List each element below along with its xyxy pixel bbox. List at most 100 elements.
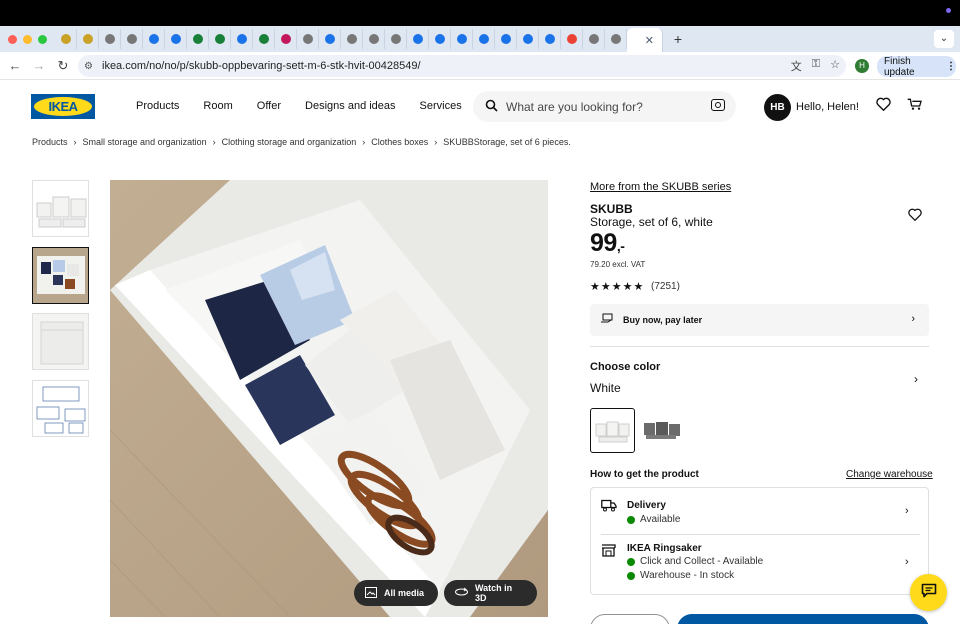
close-window-button[interactable] bbox=[8, 34, 17, 44]
browser-tab[interactable] bbox=[429, 29, 451, 49]
breadcrumb-clothing-storage[interactable]: Clothing storage and organization bbox=[222, 137, 357, 147]
user-avatar[interactable]: HB bbox=[764, 94, 791, 121]
browser-tab[interactable] bbox=[539, 29, 561, 49]
browser-tab[interactable] bbox=[385, 29, 407, 49]
reload-button[interactable]: ↻ bbox=[51, 58, 75, 74]
active-tab[interactable]: ✕ bbox=[627, 28, 663, 52]
thumbnail-dimensions-drawing[interactable] bbox=[32, 380, 89, 437]
tab-search-button[interactable]: ⌄ bbox=[934, 30, 954, 48]
browser-tab[interactable] bbox=[99, 29, 121, 49]
browser-tab[interactable] bbox=[275, 29, 297, 49]
review-count[interactable]: (7251) bbox=[651, 281, 680, 292]
browser-tab[interactable] bbox=[77, 29, 99, 49]
breadcrumb-clothes-boxes[interactable]: Clothes boxes bbox=[371, 137, 428, 147]
nav-room[interactable]: Room bbox=[203, 100, 232, 112]
breadcrumb-small-storage[interactable]: Small storage and organization bbox=[83, 137, 207, 147]
ikea-logo[interactable]: IKEA bbox=[31, 94, 95, 119]
color-swatch-white[interactable] bbox=[590, 408, 635, 453]
chat-button[interactable] bbox=[910, 574, 947, 611]
product-main-image[interactable] bbox=[110, 180, 548, 617]
color-swatch-dark-grey[interactable] bbox=[640, 408, 685, 453]
browser-tab[interactable] bbox=[473, 29, 495, 49]
nav-products[interactable]: Products bbox=[136, 100, 179, 112]
store-chevron-right-icon[interactable]: › bbox=[905, 556, 909, 568]
browser-tab[interactable] bbox=[517, 29, 539, 49]
logo-text: IKEA bbox=[48, 99, 78, 114]
browser-tab[interactable] bbox=[55, 29, 77, 49]
forward-button[interactable]: → bbox=[27, 58, 51, 73]
store-title[interactable]: IKEA Ringsaker bbox=[627, 543, 702, 554]
price-excl-vat: 79.20 excl. VAT bbox=[590, 260, 646, 269]
delivery-chevron-right-icon[interactable]: › bbox=[905, 505, 909, 517]
new-tab-button[interactable]: + bbox=[669, 31, 687, 47]
browser-tabbar: ✕ + ⌄ bbox=[0, 26, 960, 52]
kebab-menu-icon: ⋮ bbox=[946, 61, 956, 72]
browser-tab[interactable] bbox=[187, 29, 209, 49]
chevron-right-icon[interactable]: › bbox=[914, 372, 918, 386]
all-media-label: All media bbox=[384, 588, 425, 598]
nav-designs-and-ideas[interactable]: Designs and ideas bbox=[305, 100, 396, 112]
browser-tab[interactable] bbox=[143, 29, 165, 49]
buy-now-pay-later-button[interactable]: Buy now, pay later › bbox=[590, 304, 929, 336]
back-button[interactable]: ← bbox=[3, 58, 27, 73]
browser-tab[interactable] bbox=[253, 29, 275, 49]
browser-tab[interactable] bbox=[341, 29, 363, 49]
star-icon bbox=[60, 34, 71, 44]
add-to-bag-button[interactable] bbox=[677, 614, 929, 624]
bookmark-star-icon[interactable]: ☆ bbox=[830, 58, 840, 74]
thumbnail-drawer-photo[interactable] bbox=[32, 247, 89, 304]
browser-tab[interactable] bbox=[209, 29, 231, 49]
browser-tab[interactable] bbox=[231, 29, 253, 49]
omnibox[interactable]: ⚙ ikea.com/no/no/p/skubb-oppbevaring-set… bbox=[78, 55, 846, 77]
browser-tab[interactable] bbox=[363, 29, 385, 49]
series-link[interactable]: More from the SKUBB series bbox=[590, 181, 731, 193]
browser-tab[interactable] bbox=[165, 29, 187, 49]
target-icon bbox=[280, 34, 291, 44]
secondary-action-button[interactable] bbox=[590, 614, 670, 624]
gallery-icon bbox=[365, 586, 377, 600]
browser-tab[interactable] bbox=[297, 29, 319, 49]
finish-update-button[interactable]: Finish update ⋮ bbox=[877, 56, 956, 78]
camera-icon[interactable] bbox=[711, 99, 725, 111]
user-greeting[interactable]: Hello, Helen! bbox=[796, 101, 859, 113]
browser-tab[interactable] bbox=[495, 29, 517, 49]
change-warehouse-link[interactable]: Change warehouse bbox=[846, 469, 933, 480]
browser-tab[interactable] bbox=[121, 29, 143, 49]
nav-offer[interactable]: Offer bbox=[257, 100, 281, 112]
browser-tab[interactable] bbox=[451, 29, 473, 49]
chrome-icon bbox=[104, 34, 115, 44]
product-price: 99,- bbox=[590, 229, 625, 258]
site-settings-icon[interactable]: ⚙ bbox=[84, 61, 100, 72]
product-name: SKUBB bbox=[590, 202, 633, 216]
tab-strip: ✕ bbox=[55, 26, 663, 52]
shopping-cart-icon[interactable] bbox=[907, 97, 923, 116]
browser-tab[interactable] bbox=[561, 29, 583, 49]
truck-icon bbox=[601, 499, 617, 517]
selected-color[interactable]: White bbox=[590, 381, 621, 395]
t-icon bbox=[456, 34, 467, 44]
store-status-collect: Click and Collect - Available bbox=[627, 556, 763, 567]
close-tab-icon[interactable]: ✕ bbox=[645, 34, 654, 47]
all-media-button[interactable]: All media bbox=[354, 580, 438, 606]
translate-icon[interactable]: 文 bbox=[791, 58, 802, 74]
watch-in-3d-button[interactable]: Watch in 3D bbox=[444, 580, 537, 606]
browser-tab[interactable] bbox=[319, 29, 341, 49]
browser-tab[interactable] bbox=[583, 29, 605, 49]
main-nav: Products Room Offer Designs and ideas Se… bbox=[136, 100, 486, 112]
nav-services[interactable]: Services bbox=[420, 100, 462, 112]
search-bar[interactable]: What are you looking for? bbox=[473, 91, 736, 122]
browser-tab[interactable] bbox=[605, 29, 627, 49]
minimize-window-button[interactable] bbox=[23, 34, 32, 44]
password-key-icon[interactable]: ⚿ bbox=[812, 58, 820, 74]
delivery-title[interactable]: Delivery bbox=[627, 500, 666, 511]
add-to-favourites-heart-icon[interactable] bbox=[908, 208, 922, 226]
breadcrumb-products[interactable]: Products bbox=[32, 137, 68, 147]
thumbnail-product-boxes[interactable] bbox=[32, 180, 89, 237]
browser-tab[interactable] bbox=[407, 29, 429, 49]
maximize-window-button[interactable] bbox=[38, 34, 47, 44]
browser-profile-avatar[interactable]: H bbox=[855, 59, 869, 73]
favourites-heart-icon[interactable] bbox=[876, 97, 891, 116]
thumbnail-box-closeup[interactable] bbox=[32, 313, 89, 370]
rating-stars[interactable]: ★★★★★ bbox=[590, 280, 644, 293]
url-text[interactable]: ikea.com/no/no/p/skubb-oppbevaring-sett-… bbox=[102, 60, 421, 72]
